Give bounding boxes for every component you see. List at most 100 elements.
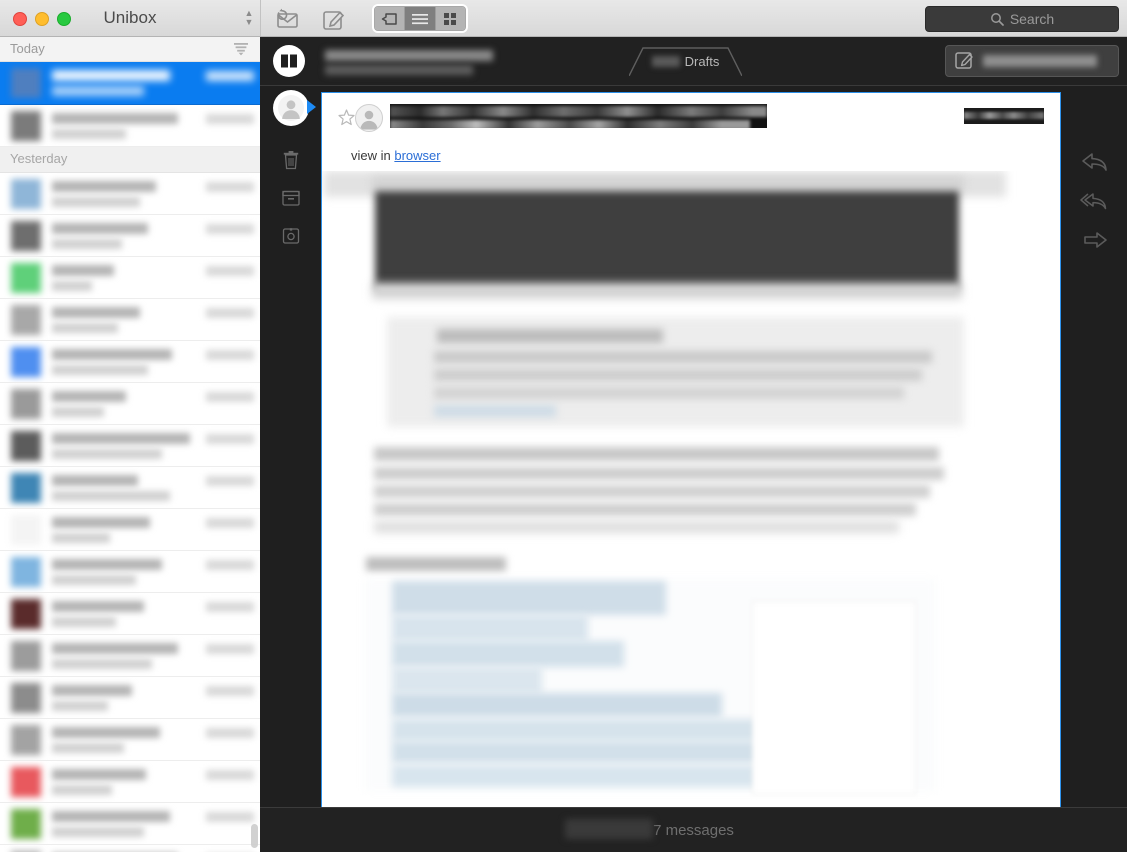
row-date-redacted xyxy=(206,518,254,528)
mail-list-row[interactable] xyxy=(0,509,260,551)
status-bar: 7 messages xyxy=(260,807,1127,852)
row-avatar xyxy=(11,767,41,797)
row-avatar xyxy=(11,515,41,545)
row-date-redacted xyxy=(206,266,254,276)
view-mode-grid[interactable] xyxy=(435,7,465,30)
junk-box-icon xyxy=(282,228,300,244)
mail-list-row[interactable] xyxy=(0,173,260,215)
mail-list-row[interactable] xyxy=(0,845,260,852)
mailbox-stepper[interactable]: ▲ ▼ xyxy=(243,9,255,28)
message-sender-avatar[interactable] xyxy=(355,104,383,132)
mail-list-row[interactable] xyxy=(0,105,260,147)
mail-list-sidebar[interactable]: Today Yesterday xyxy=(0,37,260,852)
view-mode-switcher[interactable] xyxy=(374,6,466,31)
reply-action-rail[interactable] xyxy=(1059,85,1127,805)
view-mode-split[interactable] xyxy=(375,7,406,30)
view-in-browser[interactable]: view in browser xyxy=(351,148,441,163)
tab-drafts[interactable]: Drafts xyxy=(629,46,742,76)
mail-list-row[interactable] xyxy=(0,467,260,509)
mail-list-row[interactable] xyxy=(0,593,260,635)
body-block xyxy=(372,177,964,189)
titlebar: Unibox ▲ ▼ Search xyxy=(0,0,1127,37)
message-timestamp-redacted xyxy=(964,108,1044,124)
row-subject-redacted xyxy=(52,323,118,333)
row-avatar xyxy=(11,389,41,419)
mail-list-row[interactable] xyxy=(0,635,260,677)
row-avatar xyxy=(11,347,41,377)
body-quote-line xyxy=(392,741,788,763)
chevron-down-icon: ▼ xyxy=(244,17,254,27)
mail-list-row[interactable] xyxy=(0,215,260,257)
view-mode-list[interactable] xyxy=(405,7,436,30)
reply-arrow-icon xyxy=(1082,153,1107,171)
row-date-redacted xyxy=(206,182,254,192)
row-sender-redacted xyxy=(52,433,190,444)
mail-list-row[interactable] xyxy=(0,62,260,105)
message-card-header xyxy=(322,93,1060,148)
mail-list-row[interactable] xyxy=(0,719,260,761)
list-header-title: Today xyxy=(10,41,45,56)
body-quote-line xyxy=(392,719,774,741)
row-date-redacted xyxy=(206,392,254,402)
mail-list-row[interactable] xyxy=(0,761,260,803)
unibox-window: Unibox ▲ ▼ Search Today Yesterday Drafts… xyxy=(0,0,1127,852)
reply-all-button[interactable] xyxy=(1077,184,1113,218)
reply-button[interactable] xyxy=(1077,145,1113,179)
new-message-button[interactable] xyxy=(945,45,1119,77)
row-sender-redacted xyxy=(52,517,150,528)
archive-button[interactable] xyxy=(273,180,309,216)
forward-button[interactable] xyxy=(1077,223,1113,257)
mail-list-row[interactable] xyxy=(0,383,260,425)
mail-list-row[interactable] xyxy=(0,257,260,299)
refresh-mail-button[interactable] xyxy=(272,8,302,30)
view-in-browser-link[interactable]: browser xyxy=(394,148,440,163)
row-avatar xyxy=(11,473,41,503)
row-sender-redacted xyxy=(52,559,162,570)
spam-button[interactable] xyxy=(273,218,309,254)
search-field[interactable]: Search xyxy=(925,6,1119,32)
filter-button[interactable] xyxy=(233,42,249,61)
envelope-refresh-icon xyxy=(277,8,298,28)
row-avatar xyxy=(11,68,41,98)
body-text-link[interactable] xyxy=(434,405,556,417)
tab-drafts-label-wrap: Drafts xyxy=(629,46,742,76)
mail-list-row[interactable] xyxy=(0,803,260,845)
body-quote-line xyxy=(392,615,588,641)
mail-list-body[interactable]: Yesterday xyxy=(0,62,260,852)
mail-list-row[interactable] xyxy=(0,299,260,341)
person-avatar-icon xyxy=(360,110,378,130)
account-name-redacted xyxy=(325,50,493,75)
message-subject-redacted[interactable] xyxy=(390,104,767,128)
sidebar-scrollbar-thumb[interactable] xyxy=(251,824,258,848)
mail-list-row[interactable] xyxy=(0,677,260,719)
row-date-redacted xyxy=(206,224,254,234)
new-message-label-redacted xyxy=(983,55,1097,67)
body-block xyxy=(372,283,962,299)
row-sender-redacted xyxy=(52,643,178,654)
delete-button[interactable] xyxy=(273,142,309,178)
sender-avatar-large[interactable] xyxy=(273,90,309,126)
row-date-redacted xyxy=(206,644,254,654)
status-prefix-redacted xyxy=(565,818,654,839)
row-date-redacted xyxy=(206,71,254,81)
star-button[interactable] xyxy=(338,109,355,131)
row-date-redacted xyxy=(206,114,254,124)
message-action-rail[interactable] xyxy=(260,85,322,805)
mail-list-row[interactable] xyxy=(0,551,260,593)
archive-box-icon xyxy=(282,190,300,206)
row-avatar xyxy=(11,431,41,461)
row-subject-redacted xyxy=(52,281,92,291)
row-sender-redacted xyxy=(52,685,132,696)
row-date-redacted xyxy=(206,728,254,738)
mail-list-row[interactable] xyxy=(0,341,260,383)
mail-list-row[interactable] xyxy=(0,425,260,467)
row-sender-redacted xyxy=(52,601,144,612)
row-subject-redacted xyxy=(52,239,122,249)
row-avatar xyxy=(11,305,41,335)
message-body xyxy=(322,171,1060,842)
account-avatar[interactable] xyxy=(273,45,305,77)
compose-button[interactable] xyxy=(318,8,348,30)
row-subject-redacted xyxy=(52,365,148,375)
row-avatar xyxy=(11,599,41,629)
filter-funnel-icon xyxy=(234,43,248,56)
